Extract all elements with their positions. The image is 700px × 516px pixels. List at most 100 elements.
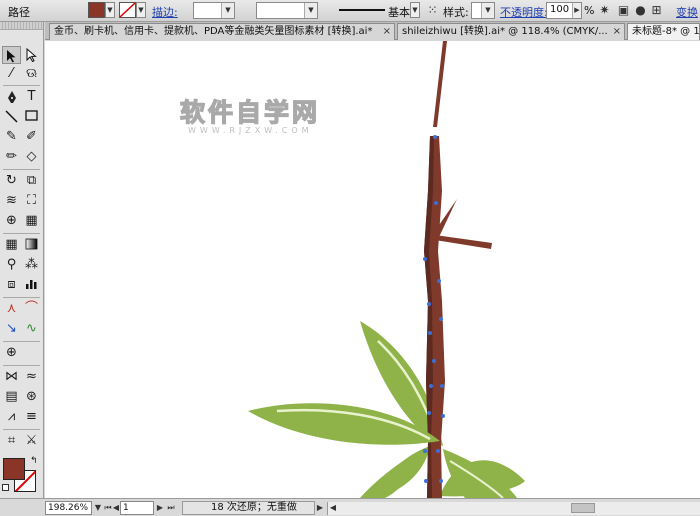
document-setup-icon[interactable]: ▣ — [615, 2, 632, 19]
wave-path-tool-icon[interactable]: ∿ — [22, 320, 41, 338]
mesh-tool-icon[interactable]: ▦ — [2, 236, 21, 254]
tab-label: 未标题-8* @ 1... — [632, 26, 700, 37]
scale-tool-icon[interactable]: ⧉ — [22, 172, 41, 190]
opacity-link[interactable]: 不透明度: — [500, 4, 548, 20]
eyedropper-tool-icon[interactable]: ⚲ — [2, 256, 21, 274]
artboard-number-field[interactable]: 1 — [120, 501, 154, 515]
variable-width-profile[interactable]: ▼ — [256, 2, 318, 19]
control-bar: 路径 ▼ ▼ 描边: ▼ ▼ 基本 ▼ ⁙ 样式: ▼ 不透明度: 100 ▶ … — [0, 0, 700, 22]
zoom-level: 198.26% — [48, 503, 89, 513]
blob-brush-tool-icon[interactable]: ✏ — [2, 148, 21, 166]
width-tool-icon[interactable]: ≋ — [2, 192, 21, 210]
fill-swatch[interactable] — [88, 2, 105, 18]
tab-document-2[interactable]: shileizhiwu [转换].ai* @ 118.4% (CMYK/... … — [397, 23, 625, 40]
document-tab-bar: 金币、刷卡机、信用卡、提款机、PDA等金融类矢量图标素材 [转换].ai* × … — [45, 22, 700, 40]
tab-label: shileizhiwu [转换].ai* @ 118.4% (CMYK/... — [402, 26, 608, 37]
close-icon[interactable]: × — [383, 24, 391, 39]
type-tool-icon[interactable]: T — [22, 88, 41, 106]
undo-status: 18 次还原；无重做 — [211, 502, 297, 513]
lasso-tool-icon[interactable]: ଊ — [22, 65, 41, 83]
paintbrush-tool-icon[interactable]: ✎ — [2, 128, 21, 146]
opacity-value: 100 — [550, 4, 570, 15]
watermark-url: WWW.RJZXW.COM — [188, 126, 313, 135]
wave-shape-tool-icon[interactable]: ≈ — [22, 368, 41, 386]
stroke-link[interactable]: 描边: — [152, 4, 178, 20]
recolor-icon[interactable]: ✷ — [596, 2, 613, 19]
direct-selection-tool-icon[interactable] — [22, 46, 41, 64]
pen-tool-icon[interactable] — [2, 88, 21, 106]
default-colors-icon[interactable] — [2, 484, 9, 491]
stroke-dropdown[interactable]: ▼ — [136, 2, 146, 18]
stroke-weight-combo[interactable]: ▼ — [193, 2, 235, 19]
tab-document-3[interactable]: 未标题-8* @ 1... — [627, 23, 700, 40]
tools-panel: ⁄ ଊ T ✎ ✐ ✏ ◇ ↻ ⧉ ≋ ⛶ ⊕ ▦ ▦ ⚲ ⁂ ⧈ ⋏ ⌒ ↘ … — [0, 22, 44, 516]
selection-tool-icon[interactable] — [2, 46, 21, 64]
scroll-left-icon[interactable]: ◀ — [328, 502, 338, 513]
status-info[interactable]: 18 次还原；无重做 — [182, 501, 315, 515]
line-segment-tool-icon[interactable] — [2, 108, 21, 126]
chevron-down-icon[interactable]: ▼ — [93, 501, 103, 515]
column-graph-tool-icon[interactable] — [22, 276, 41, 294]
eraser-tool-icon[interactable]: ◇ — [22, 148, 41, 166]
path-tool-icon[interactable]: ↘ — [2, 320, 21, 338]
scroll-thumb[interactable] — [571, 503, 595, 513]
style-combo[interactable]: ▼ — [471, 2, 495, 19]
twirl-tool-icon[interactable]: ⊛ — [22, 388, 41, 406]
hourglass-shape-tool-icon[interactable]: ⋈ — [2, 368, 21, 386]
last-artboard-icon[interactable]: ⏭ — [166, 501, 176, 515]
top-twig — [433, 41, 447, 127]
free-transform-tool-icon[interactable]: ⛶ — [22, 192, 41, 210]
opacity-input[interactable]: 100 ▶ — [546, 2, 582, 19]
slice-tool-icon[interactable]: ⚔ — [22, 432, 41, 450]
artboard-number: 1 — [123, 503, 129, 513]
side-branch — [435, 235, 492, 249]
scissors-tool-icon[interactable] — [2, 402, 21, 420]
live-paint-bucket-tool-icon[interactable]: ▦ — [22, 212, 41, 230]
zoom-level-field[interactable]: 198.26% — [45, 501, 92, 515]
next-artboard-icon[interactable]: ▶ — [155, 501, 165, 515]
gradient-tool-icon[interactable] — [22, 236, 41, 254]
watermark-main: 软件自学网 — [179, 97, 321, 127]
chevron-down-icon: ▼ — [221, 3, 234, 18]
fill-color-box[interactable] — [3, 458, 25, 480]
chevron-down-icon: ▼ — [481, 3, 494, 18]
preferences-icon[interactable]: ● — [632, 2, 649, 19]
horizontal-scrollbar[interactable]: ◀ — [327, 502, 700, 515]
magic-wand-tool-icon[interactable]: ⁄ — [2, 65, 21, 83]
brush-dropdown[interactable]: ▼ — [410, 2, 420, 18]
align-grid-icon[interactable]: ⊞ — [648, 2, 665, 19]
selection-mode-label: 路径 — [8, 6, 30, 19]
chevron-right-icon: ▶ — [572, 3, 581, 18]
pencil-tool-icon[interactable]: ✐ — [22, 128, 41, 146]
shape-builder-tool-icon[interactable]: ⊕ — [2, 212, 21, 230]
opacity-unit: % — [584, 4, 595, 17]
rotate-tool-icon[interactable]: ↻ — [2, 172, 21, 190]
close-icon[interactable]: × — [613, 24, 621, 39]
tab-label: 金币、刷卡机、信用卡、提款机、PDA等金融类矢量图标素材 [转换].ai* — [54, 26, 373, 37]
status-bar: 198.26% ▼ ⏮ ◀ 1 ▶ ⏭ 18 次还原；无重做 ▶ ◀ — [0, 498, 700, 516]
style-label: 样式: — [443, 6, 469, 19]
list-tool-icon[interactable]: ≡ — [22, 408, 41, 426]
chevron-down-icon: ▼ — [304, 3, 317, 18]
artwork — [248, 41, 525, 498]
swap-fill-stroke-icon[interactable]: ↰ — [30, 456, 38, 466]
symbol-sprayer-tool-icon[interactable]: ⧈ — [2, 276, 21, 294]
graphic-style-icon[interactable]: ⁙ — [424, 2, 441, 19]
reshape-tool-icon[interactable]: ⋏ — [2, 300, 21, 318]
fill-dropdown[interactable]: ▼ — [105, 2, 115, 18]
transform-link[interactable]: 变换 — [676, 4, 698, 20]
rectangle-tool-icon[interactable] — [22, 108, 41, 126]
target-tool-icon[interactable]: ⊕ — [2, 344, 21, 362]
tab-document-1[interactable]: 金币、刷卡机、信用卡、提款机、PDA等金融类矢量图标素材 [转换].ai* × — [49, 23, 395, 40]
status-menu-icon[interactable]: ▶ — [315, 501, 325, 515]
panel-grip[interactable] — [0, 22, 43, 30]
arc-tool-icon[interactable]: ⌒ — [22, 300, 41, 318]
none-slash-icon — [120, 3, 135, 17]
brush-stroke-preview — [339, 9, 385, 11]
watermark: 软件自学网 WWW.RJZXW.COM — [179, 93, 322, 141]
artboard-canvas[interactable]: 软件自学网 WWW.RJZXW.COM — [45, 41, 700, 498]
stroke-swatch[interactable] — [119, 2, 136, 18]
blend-tool-icon[interactable]: ⁂ — [22, 256, 41, 274]
brush-style-label: 基本 — [388, 6, 410, 19]
artboard-tool-icon[interactable]: ⌗ — [2, 432, 21, 450]
